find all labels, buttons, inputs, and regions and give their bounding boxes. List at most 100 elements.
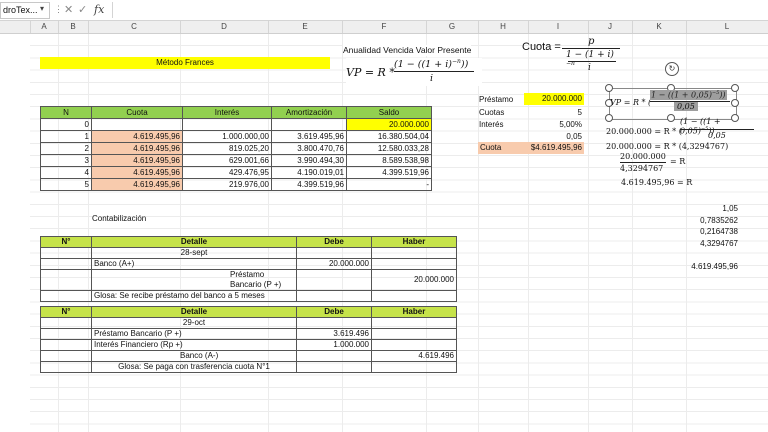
param-value-interes[interactable]: 5,00%: [524, 119, 582, 130]
cell-account[interactable]: Banco (A+): [91, 258, 297, 270]
param-label-interes[interactable]: Interés: [479, 119, 503, 130]
cancel-icon[interactable]: ✕: [64, 3, 73, 16]
cell-saldo[interactable]: 20.000.000: [346, 118, 432, 131]
column-header-k[interactable]: K: [632, 21, 687, 33]
cell-saldo[interactable]: 8.589.538,98: [346, 154, 432, 167]
cell-haber[interactable]: [371, 317, 457, 329]
param-label-prestamo[interactable]: Préstamo: [479, 94, 513, 105]
formula-input[interactable]: [112, 2, 768, 18]
cell-debe[interactable]: [296, 317, 372, 329]
cell-debe[interactable]: 3.619.496: [296, 328, 372, 340]
cell-amortizacion[interactable]: 3.800.470,76: [271, 142, 347, 155]
cell-saldo[interactable]: -: [346, 178, 432, 191]
cell-cuota[interactable]: [91, 118, 183, 131]
cell-haber[interactable]: [371, 361, 457, 373]
header-debe[interactable]: Debe: [296, 236, 372, 248]
cell-n[interactable]: 3: [40, 154, 92, 167]
cell-interes[interactable]: 629.001,66: [182, 154, 272, 167]
param-value-rate-decimal[interactable]: 0,05: [524, 131, 582, 142]
derivation-eq1[interactable]: VP = R * ( 1 − ((1 + 0,05)−5)) 0,05: [610, 89, 734, 117]
cell-debe[interactable]: [296, 290, 372, 302]
cell-haber[interactable]: [371, 339, 457, 351]
cell-saldo[interactable]: 16.380.504,04: [346, 130, 432, 143]
column-header-e[interactable]: E: [268, 21, 343, 33]
chevron-down-icon[interactable]: ▾: [40, 4, 44, 13]
enter-icon[interactable]: ✓: [78, 3, 87, 16]
cell-cuota[interactable]: 4.619.495,96: [91, 142, 183, 155]
cell-no[interactable]: [40, 290, 92, 302]
cell-cuota[interactable]: 4.619.495,96: [91, 154, 183, 167]
cell-amortizacion[interactable]: 4.399.519,96: [271, 178, 347, 191]
cell-n[interactable]: 2: [40, 142, 92, 155]
cell-date[interactable]: 29-oct: [91, 317, 297, 329]
header-detalle[interactable]: Detalle: [91, 236, 297, 248]
contab-label[interactable]: Contabilización: [92, 213, 146, 224]
cell-n[interactable]: 1: [40, 130, 92, 143]
column-header-h[interactable]: H: [478, 21, 529, 33]
cell-amortizacion[interactable]: 3.619.495,96: [271, 130, 347, 143]
cell-no[interactable]: [40, 361, 92, 373]
cell-interes[interactable]: 1.000.000,00: [182, 130, 272, 143]
cell-cuota[interactable]: 4.619.495,96: [91, 130, 183, 143]
cell-glosa[interactable]: Glosa: Se paga con trasferencia cuota N°…: [91, 361, 297, 373]
header-n[interactable]: N: [40, 106, 92, 119]
header-no[interactable]: N°: [40, 306, 92, 318]
derivation-eq5[interactable]: 4.619.495,96 = R: [621, 178, 692, 187]
column-header-a[interactable]: A: [30, 21, 59, 33]
cell-interes[interactable]: 429.476,95: [182, 166, 272, 179]
cell-cuota[interactable]: 4.619.495,96: [91, 166, 183, 179]
rotate-handle-icon[interactable]: ↻: [665, 62, 679, 76]
cuota-formula[interactable]: Cuota = p 1 − (1 + i)−n i: [522, 36, 622, 80]
cell-glosa[interactable]: Glosa: Se recibe préstamo del banco a 5 …: [91, 290, 297, 302]
cell-amortizacion[interactable]: 3.990.494,30: [271, 154, 347, 167]
header-haber[interactable]: Haber: [371, 306, 457, 318]
derivation-eq3[interactable]: 20.000.000 = R * (4,3294767): [606, 142, 728, 151]
header-haber[interactable]: Haber: [371, 236, 457, 248]
column-header-g[interactable]: G: [426, 21, 479, 33]
cell-interes[interactable]: 819.025,20: [182, 142, 272, 155]
cell-debe[interactable]: [296, 247, 372, 259]
column-header-b[interactable]: B: [58, 21, 89, 33]
method-title[interactable]: Método Frances: [40, 57, 330, 69]
side-value[interactable]: 0,2164738: [686, 226, 738, 237]
cell-saldo[interactable]: 4.399.519,96: [346, 166, 432, 179]
cell-haber[interactable]: [371, 247, 457, 259]
cell-haber[interactable]: 4.619.496: [371, 350, 457, 362]
header-cuota[interactable]: Cuota: [91, 106, 183, 119]
header-no[interactable]: N°: [40, 236, 92, 248]
cell-account[interactable]: Banco (A-): [91, 350, 297, 362]
column-header-f[interactable]: F: [342, 21, 427, 33]
header-detalle[interactable]: Detalle: [91, 306, 297, 318]
column-header-l[interactable]: L: [686, 21, 768, 33]
cell-cuota[interactable]: 4.619.495,96: [91, 178, 183, 191]
cell-n[interactable]: 0: [40, 118, 92, 131]
cell-no[interactable]: [40, 269, 92, 291]
cell-date[interactable]: 28-sept: [91, 247, 297, 259]
derivation-eq2[interactable]: 20.000.000 = R * ( (1 − ((1 + 0,05)−5)) …: [606, 117, 756, 145]
cell-no[interactable]: [40, 339, 92, 351]
cell-account[interactable]: Préstamo Bancario (P +): [91, 269, 297, 291]
cell-n[interactable]: 4: [40, 166, 92, 179]
cell-debe[interactable]: 1.000.000: [296, 339, 372, 351]
drag-handle-icon[interactable]: ⋮: [54, 4, 63, 15]
header-amortizacion[interactable]: Amortización: [271, 106, 347, 119]
cell-account[interactable]: Préstamo Bancario (P +): [91, 328, 297, 340]
derivation-eq4[interactable]: 20.000.000 4,3294767 = R: [620, 152, 690, 176]
column-header-i[interactable]: I: [528, 21, 589, 33]
header-saldo[interactable]: Saldo: [346, 106, 432, 119]
param-label-cuota[interactable]: Cuota: [478, 142, 528, 154]
cell-amortizacion[interactable]: 4.190.019,01: [271, 166, 347, 179]
side-value[interactable]: 0,7835262: [686, 215, 738, 226]
vp-formula[interactable]: VP = R * (1 − ((1 + i)−n)) i: [346, 58, 482, 86]
header-interes[interactable]: Interés: [182, 106, 272, 119]
cell-amortizacion[interactable]: [271, 118, 347, 131]
cell-n[interactable]: 5: [40, 178, 92, 191]
cell-debe[interactable]: [296, 350, 372, 362]
insert-function-icon[interactable]: fx: [94, 3, 104, 16]
param-value-cuotas[interactable]: 5: [524, 107, 582, 118]
column-header-d[interactable]: D: [180, 21, 269, 33]
side-value-cuota[interactable]: 4.619.495,96: [680, 261, 738, 272]
cell-no[interactable]: [40, 328, 92, 340]
cell-debe[interactable]: [296, 269, 372, 291]
cell-interes[interactable]: [182, 118, 272, 131]
